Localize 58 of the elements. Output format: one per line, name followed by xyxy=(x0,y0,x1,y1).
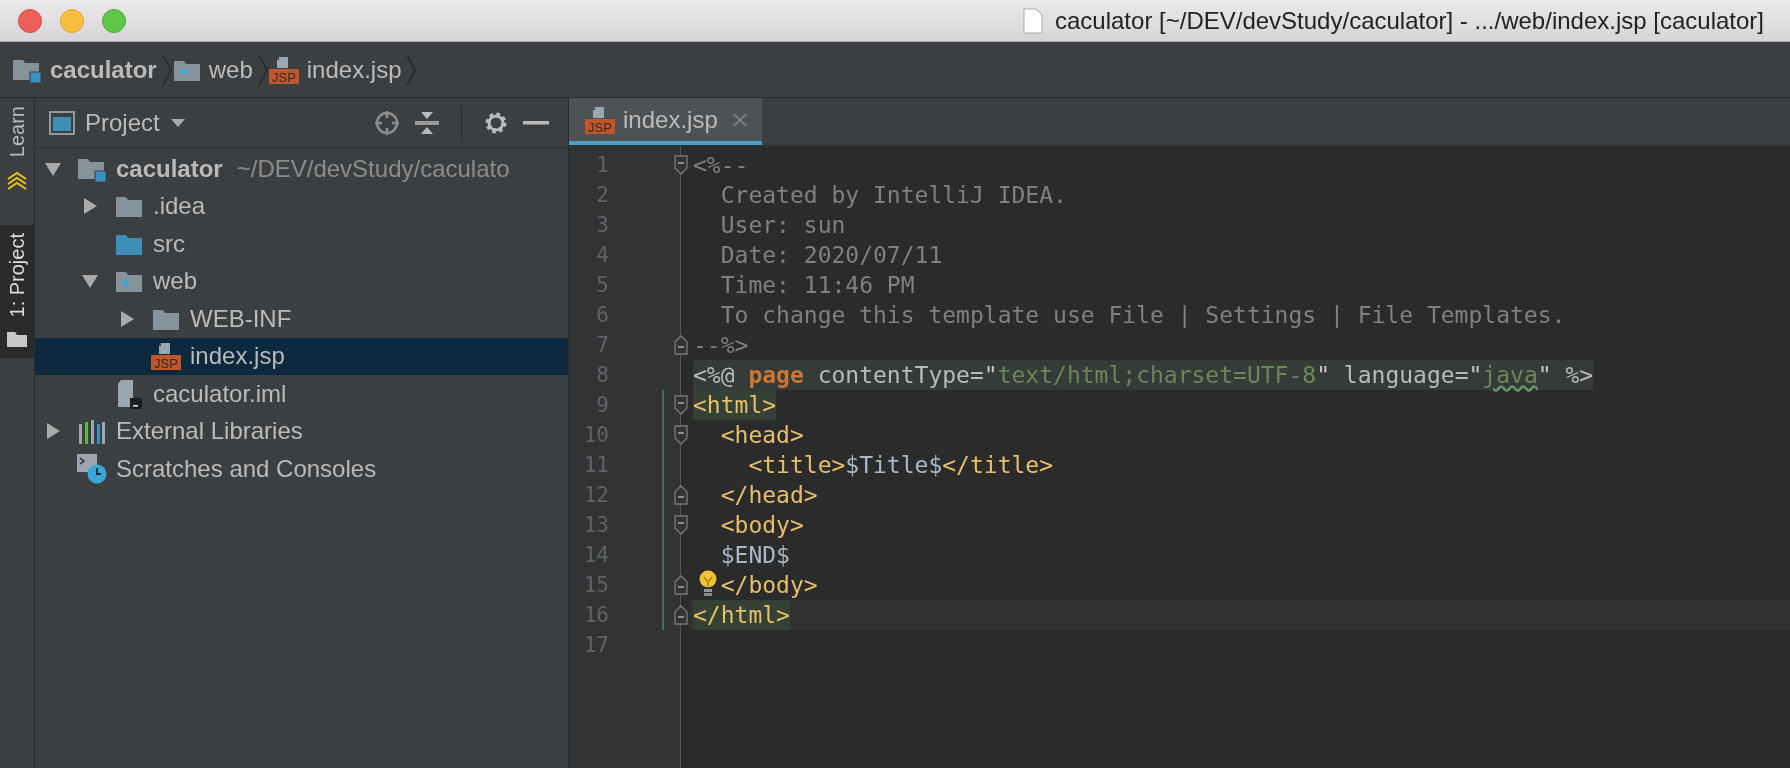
tree-item[interactable]: web xyxy=(35,262,568,300)
fold-start-icon[interactable] xyxy=(674,515,688,535)
chevron-separator-icon xyxy=(160,53,173,86)
folder-icon xyxy=(115,269,143,294)
tree-item[interactable]: External Libraries xyxy=(35,412,568,450)
code-line: <body> xyxy=(720,511,804,540)
code-line: Time: 11:46 PM xyxy=(720,271,915,300)
code-line: <%-- xyxy=(693,151,749,180)
fold-end-icon[interactable] xyxy=(674,335,688,355)
tool-window-tab[interactable]: 1: Project xyxy=(0,225,34,358)
code-line: To change this template use File | Settings | File Templates. xyxy=(720,301,1566,330)
tree-item[interactable]: caculator ~/DEV/devStudy/caculato xyxy=(35,150,568,188)
tree-item[interactable]: src xyxy=(35,225,568,263)
crosshair-icon xyxy=(374,109,400,136)
tree-item[interactable]: JSP index.jsp xyxy=(35,337,568,375)
library-bars-icon xyxy=(78,418,106,445)
fold-start-icon[interactable] xyxy=(674,155,688,175)
fold-start-icon[interactable] xyxy=(674,425,688,445)
folder-icon xyxy=(115,194,143,219)
chevron-separator-icon xyxy=(256,53,269,86)
collapse-icon xyxy=(414,110,440,135)
fold-end-icon[interactable] xyxy=(674,605,688,625)
chevrons-icon xyxy=(6,169,28,192)
breadcrumb[interactable]: JSP index.jsp xyxy=(268,42,406,97)
breadcrumb[interactable]: web xyxy=(172,42,257,97)
code-line: $END$ xyxy=(720,541,790,570)
document-icon xyxy=(1023,7,1043,34)
folder-icon xyxy=(6,329,28,348)
code-line: </head> xyxy=(720,481,818,510)
tool-window-tab[interactable]: Learn xyxy=(0,98,34,202)
tree-item[interactable]: .idea xyxy=(35,187,568,225)
tree-item[interactable]: caculator.iml xyxy=(35,375,568,413)
close-icon xyxy=(731,111,748,128)
zoom-button[interactable] xyxy=(102,8,126,33)
close-button[interactable] xyxy=(18,8,42,33)
caret-icon xyxy=(169,117,186,128)
code-line: --%> xyxy=(693,331,749,360)
window-title: caculator [~/DEV/devStudy/caculator] - .../web/index.jsp [caculator] xyxy=(1055,6,1764,35)
editor-tab[interactable]: JSP index.jsp xyxy=(569,98,762,145)
panel-icon xyxy=(49,110,75,135)
fold-end-icon[interactable] xyxy=(674,575,688,595)
view-selector[interactable]: Project xyxy=(49,108,186,137)
code-line: Date: 2020/07/11 xyxy=(720,241,943,270)
code-line: Created by IntelliJ IDEA. xyxy=(720,181,1067,210)
code-line: <head> xyxy=(720,421,804,450)
lightbulb-icon[interactable] xyxy=(699,570,717,598)
fold-end-icon[interactable] xyxy=(674,485,688,505)
file-icon xyxy=(116,378,142,409)
fold-start-icon[interactable] xyxy=(674,395,688,415)
tree-item[interactable]: WEB-INF xyxy=(35,300,568,338)
scratch-clock-icon xyxy=(77,453,107,484)
breadcrumb[interactable]: caculator xyxy=(12,42,161,97)
code-line: <title>$Title$</title> xyxy=(748,451,1054,480)
path-text: ~/DEV/devStudy/caculato xyxy=(236,154,510,183)
code-line: </body> xyxy=(720,571,818,600)
tree-item[interactable]: Scratches and Consoles xyxy=(35,450,568,488)
minus-icon xyxy=(523,119,549,126)
code-line: User: sun xyxy=(720,211,846,240)
